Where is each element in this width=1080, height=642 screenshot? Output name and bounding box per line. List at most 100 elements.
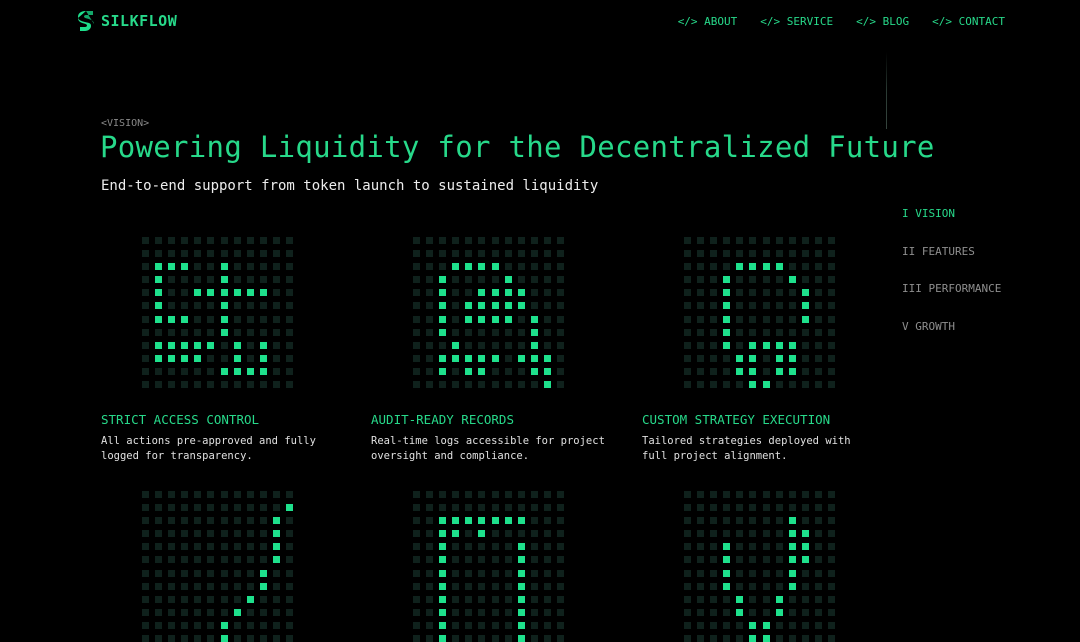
- pixel-dim: [286, 237, 294, 244]
- pixel-dim: [736, 289, 744, 297]
- pixel-dim: [775, 276, 783, 284]
- pixel-dim: [181, 250, 189, 258]
- pixel-lit: [168, 354, 176, 362]
- pixel-lit: [788, 543, 796, 551]
- side-nav-item-growth[interactable]: V GROWTH: [902, 320, 1001, 358]
- nav-service-link[interactable]: </> SERVICE: [760, 15, 833, 28]
- pixel-dim: [723, 595, 731, 603]
- pixel-lit: [259, 341, 267, 349]
- pixel-dim: [246, 276, 254, 284]
- pixel-lit: [788, 530, 796, 538]
- pixel-dim: [736, 276, 744, 284]
- pixel-dim: [452, 543, 460, 551]
- pixel-dim: [478, 621, 486, 629]
- pixel-dim: [478, 608, 486, 616]
- pixel-dim: [723, 530, 731, 538]
- pixel-dim: [168, 517, 176, 525]
- pixel-dim: [426, 608, 434, 616]
- pixel-dim: [749, 328, 757, 336]
- pixel-dim: [749, 491, 757, 498]
- pixel-dim: [710, 341, 718, 349]
- pixel-dim: [452, 237, 460, 244]
- pixel-dim: [465, 530, 473, 538]
- nav-contact-link[interactable]: </> CONTACT: [932, 15, 1005, 28]
- pixel-dim: [788, 250, 796, 258]
- pixel-dim: [801, 595, 809, 603]
- pixel-dim: [168, 556, 176, 564]
- pixel-dim: [286, 621, 294, 629]
- pixel-dim: [426, 315, 434, 323]
- pixel-dim: [426, 517, 434, 525]
- pixel-dim: [557, 381, 565, 389]
- pixel-dim: [814, 608, 822, 616]
- pixel-dim: [142, 237, 149, 244]
- pixel-dim: [814, 302, 822, 310]
- pixel-dim: [697, 491, 705, 498]
- side-nav-item-performance[interactable]: III PERFORMANCE: [902, 282, 1001, 320]
- pixel-dim: [814, 621, 822, 629]
- pixel-dim: [246, 237, 254, 244]
- pixel-dim: [246, 569, 254, 577]
- pixel-lit: [220, 621, 228, 629]
- pixel-dim: [413, 530, 420, 538]
- pixel-dim: [194, 635, 202, 642]
- pixel-dim: [530, 595, 538, 603]
- pixel-lit: [504, 302, 512, 310]
- pixel-dim: [142, 491, 149, 498]
- pixel-dim: [155, 608, 163, 616]
- pixel-lit: [439, 289, 447, 297]
- pixel-dim: [736, 582, 744, 590]
- pixel-dim: [543, 530, 551, 538]
- pixel-dim: [504, 635, 512, 642]
- pixel-dim: [775, 543, 783, 551]
- logo[interactable]: SILKFLOW: [77, 10, 177, 32]
- pixel-dim: [246, 517, 254, 525]
- pixel-dim: [530, 381, 538, 389]
- pixel-dim: [491, 543, 499, 551]
- pixel-lit: [272, 556, 280, 564]
- side-nav-item-features[interactable]: II FEATURES: [902, 245, 1001, 283]
- pixel-dim: [194, 569, 202, 577]
- pixel-dim: [465, 556, 473, 564]
- pixel-dim: [697, 237, 705, 244]
- pixel-dim: [801, 517, 809, 525]
- pixel-dim: [246, 328, 254, 336]
- pixel-dim: [723, 250, 731, 258]
- pixel-dim: [828, 289, 836, 297]
- pixel-lit: [155, 263, 163, 271]
- pixel-dim: [828, 276, 836, 284]
- pixel-dim: [194, 543, 202, 551]
- pixel-dim: [684, 354, 691, 362]
- nav-about-link[interactable]: </> ABOUT: [678, 15, 738, 28]
- pixel-dim: [286, 367, 294, 375]
- pixel-dim: [413, 250, 420, 258]
- pixel-lit: [246, 595, 254, 603]
- pixel-dim: [530, 556, 538, 564]
- pixel-lit: [220, 367, 228, 375]
- pixel-dim: [181, 530, 189, 538]
- pixel-dim: [413, 328, 420, 336]
- pixel-dim: [801, 621, 809, 629]
- pixel-lit: [788, 556, 796, 564]
- pixel-dim: [259, 543, 267, 551]
- pixel-lit: [749, 354, 757, 362]
- pixel-dim: [142, 543, 149, 551]
- pixel-dim: [543, 302, 551, 310]
- pixel-lit: [723, 328, 731, 336]
- pixel-lit: [272, 543, 280, 551]
- pixel-dim: [272, 608, 280, 616]
- pixel-lit: [788, 367, 796, 375]
- pixel-dim: [220, 517, 228, 525]
- pixel-lit: [723, 315, 731, 323]
- pixel-lit: [439, 302, 447, 310]
- pixel-dim: [452, 582, 460, 590]
- pixel-dim: [194, 621, 202, 629]
- pixel-lit: [439, 635, 447, 642]
- pixel-dim: [684, 621, 691, 629]
- nav-blog-link[interactable]: </> BLOG: [856, 15, 909, 28]
- pixel-dim: [246, 263, 254, 271]
- pixel-lit: [233, 354, 241, 362]
- pixel-dim: [426, 504, 434, 512]
- pixel-lit: [452, 354, 460, 362]
- side-nav-item-vision[interactable]: I VISION: [902, 207, 1001, 245]
